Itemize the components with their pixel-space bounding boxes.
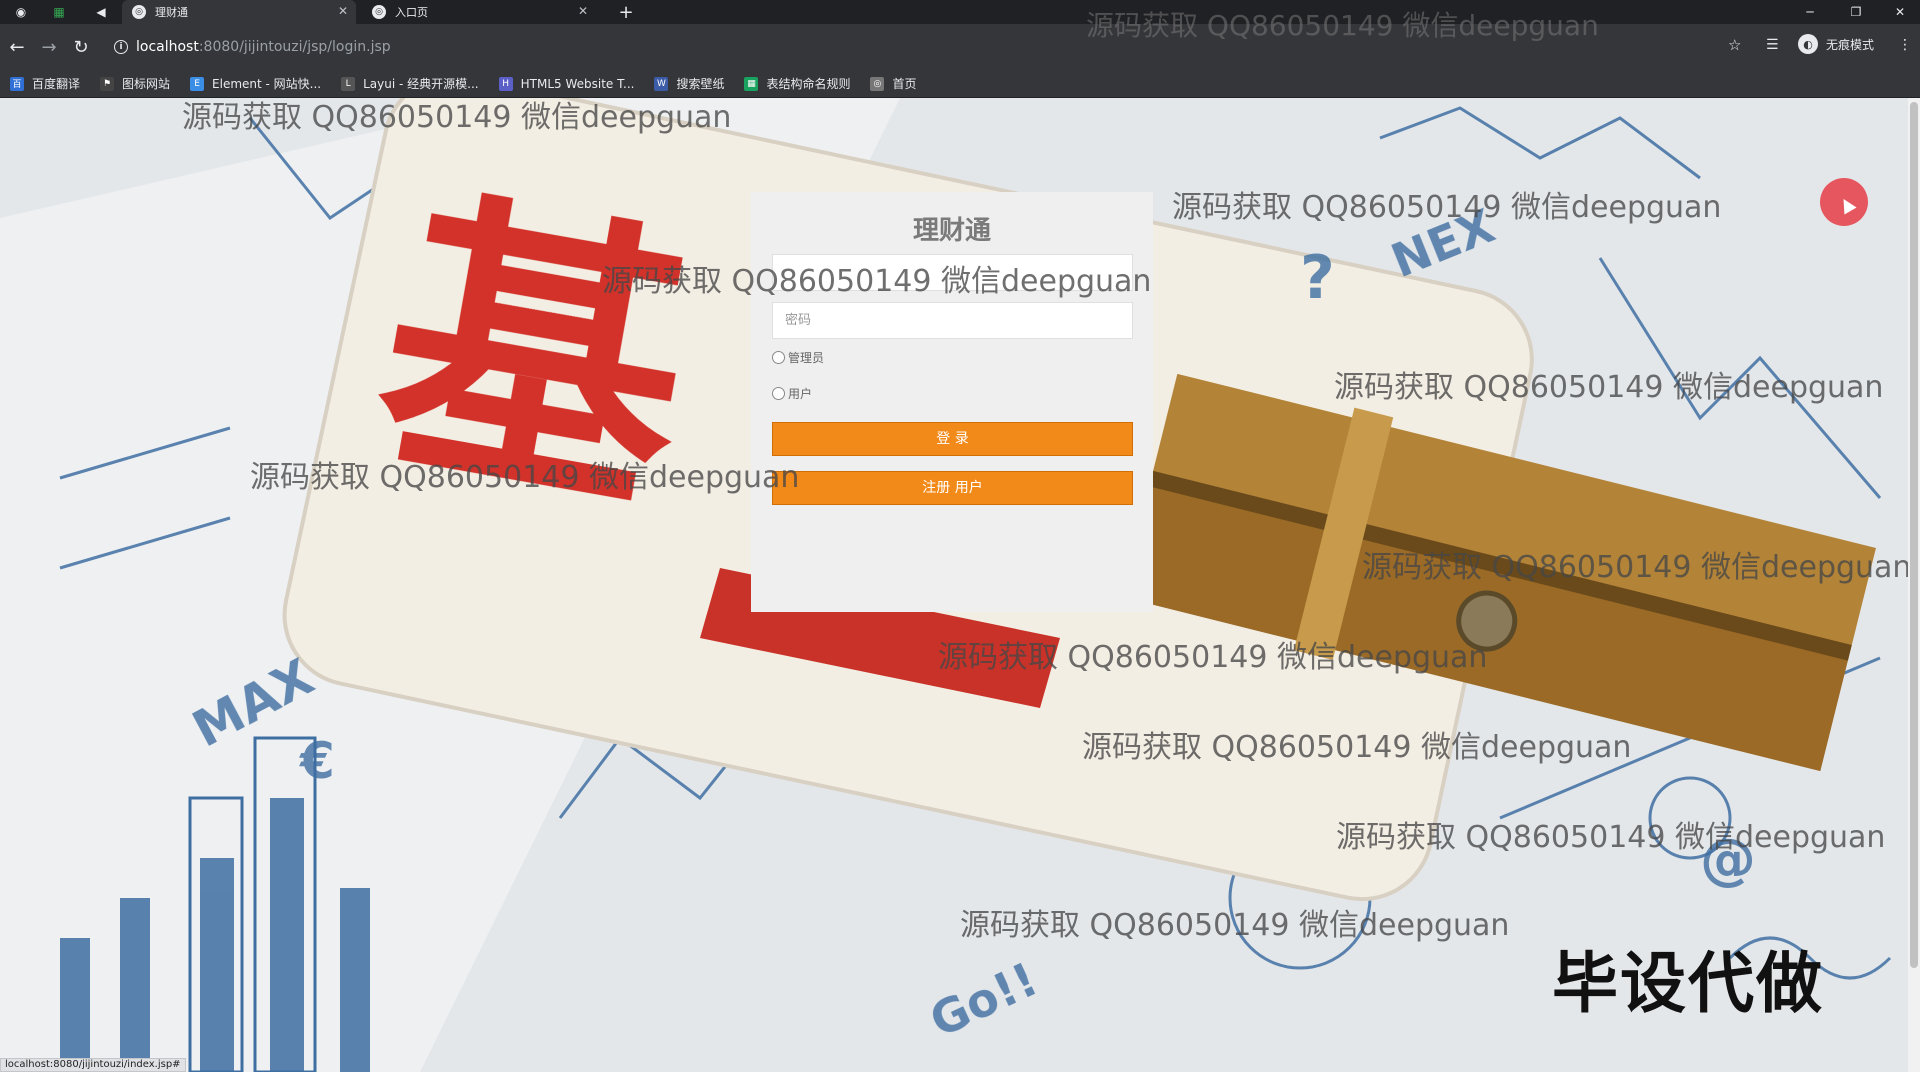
radio-user-label: 用户 — [788, 387, 813, 401]
watermark: 源码获取 QQ86050149 微信deepguan — [1336, 820, 1886, 855]
bookmark-star-icon[interactable]: ☆ — [1728, 36, 1741, 54]
bookmark-icon: ⚑ — [100, 76, 115, 91]
watermark: 源码获取 QQ86050149 微信deepguan — [1172, 190, 1722, 225]
bookmark-item[interactable]: W 搜索壁纸 — [654, 75, 724, 92]
watermark: 源码获取 QQ86050149 微信deepguan — [938, 640, 1488, 675]
mute-icon[interactable]: ◀ — [90, 2, 112, 22]
watermark: 源码获取 QQ86050149 微信deepguan — [1082, 730, 1632, 765]
tab-title: 理财通 — [155, 6, 188, 19]
login-title: 理财通 — [912, 216, 991, 246]
bookmark-label: 百度翻译 — [32, 77, 81, 91]
bookmarks-bar: 百百度翻译 ⚑ 图标网站 E Element - 网站快... L Layui - 经典开源… — [0, 70, 1920, 98]
tab-licaitong[interactable]: ◎ 理财通 ✕ — [122, 0, 356, 24]
svg-text:?: ? — [1300, 243, 1335, 313]
bookmark-icon: ◎ — [870, 76, 885, 91]
watermark: 源码获取 QQ86050149 微信deepguan — [1334, 370, 1884, 405]
status-url: localhost:8080/jijintouzi/index.jsp# — [0, 1058, 186, 1072]
bookmark-label: HTML5 Website T... — [520, 76, 635, 91]
bookmark-label: 图标网站 — [122, 77, 171, 91]
bookmark-label: 表结构命名规则 — [766, 77, 851, 91]
profile-label: 无痕模式 — [1826, 37, 1875, 52]
watermark: 源码获取 QQ86050149 微信deepguan — [250, 460, 800, 495]
tab-title: 入口页 — [395, 6, 428, 19]
watermark: 源码获取 QQ86050149 微信deepguan — [602, 264, 1152, 299]
bookmark-item[interactable]: L Layui - 经典开源模... — [341, 75, 479, 92]
watermark: 源码获取 QQ86050149 微信deepguan — [960, 908, 1510, 943]
bookmark-item[interactable]: ◎ 首页 — [870, 75, 917, 92]
bookmark-icon: 百 — [10, 76, 24, 91]
tab-strip: ◉ ▦ ◀ ◎ 理财通 ✕ ◎ 入口页 ✕ + ─ ❐ ✕ — [0, 0, 1920, 24]
radio-admin-row[interactable]: 管理员 — [772, 349, 824, 366]
sheet-icon[interactable]: ▦ — [48, 2, 70, 22]
window-close-button[interactable]: ✕ — [1880, 0, 1920, 24]
close-icon[interactable]: ✕ — [578, 4, 588, 18]
scrollbar-thumb[interactable] — [1910, 102, 1918, 968]
radio-user-row[interactable]: 用户 — [772, 385, 812, 402]
globe-icon: ◎ — [132, 5, 146, 19]
bookmark-item[interactable]: E Element - 网站快... — [190, 75, 321, 92]
register-button[interactable]: 注册 用户 — [772, 471, 1133, 505]
incognito-icon: ◐ — [1798, 34, 1818, 54]
tab-entry[interactable]: ◎ 入口页 ✕ — [362, 0, 596, 24]
minimize-button[interactable]: ─ — [1790, 0, 1830, 24]
bookmark-item[interactable]: H HTML5 Website T... — [498, 76, 635, 91]
bookmark-item[interactable]: 百百度翻译 — [10, 75, 80, 92]
login-panel: 理财通 密码 管理员 用户 登 录 注册 用户 — [751, 192, 1153, 612]
back-button[interactable]: ← — [6, 36, 28, 58]
bookmark-label: 搜索壁纸 — [676, 77, 725, 91]
watermark: 源码获取 QQ86050149 微信deepguan — [1362, 550, 1912, 585]
page-viewport: MAX NEX Go!! € ? @ 基 理财通 密码 管理员 用户 登 录 注… — [0, 98, 1920, 1072]
url-text[interactable]: localhost:8080/jijintouzi/jsp/login.jsp — [136, 39, 391, 55]
globe-icon: ◎ — [372, 5, 386, 19]
radio-user[interactable] — [772, 387, 785, 400]
watermark: 源码获取 QQ86050149 微信deepguan — [1086, 9, 1599, 42]
watermark: 源码获取 QQ86050149 微信deepguan — [182, 100, 732, 135]
radio-admin-label: 管理员 — [788, 351, 825, 365]
chrome-icon[interactable]: ◉ — [10, 2, 32, 22]
forward-button[interactable]: → — [38, 36, 60, 58]
bookmark-label: 首页 — [892, 77, 917, 91]
bookmark-icon: W — [654, 76, 669, 91]
browser-toolbar: ← → ↻ i localhost:8080/jijintouzi/jsp/lo… — [0, 24, 1920, 70]
reload-button[interactable]: ↻ — [70, 36, 92, 58]
close-icon[interactable]: ✕ — [338, 4, 348, 18]
new-tab-button[interactable]: + — [614, 0, 638, 24]
radio-admin[interactable] — [772, 351, 785, 364]
info-icon[interactable]: i — [114, 40, 128, 54]
login-button[interactable]: 登 录 — [772, 422, 1133, 456]
incognito-profile[interactable]: ◐ 无痕模式 — [1798, 34, 1874, 54]
svg-text:€: € — [299, 732, 335, 790]
bookmark-label: Element - 网站快... — [212, 77, 322, 91]
menu-icon[interactable]: ⋮ — [1898, 37, 1912, 53]
promo-text: 毕设代做 — [1552, 945, 1824, 1022]
bookmark-icon: ▦ — [744, 76, 759, 91]
bookmark-item[interactable]: ⚑ 图标网站 — [100, 75, 170, 92]
bookmark-icon: H — [498, 76, 513, 91]
password-field[interactable]: 密码 — [772, 302, 1133, 339]
reading-list-icon[interactable]: ☰ — [1766, 37, 1779, 53]
bookmark-item[interactable]: ▦ 表结构命名规则 — [744, 75, 850, 92]
restore-button[interactable]: ❐ — [1836, 0, 1876, 24]
page-scrollbar[interactable] — [1908, 98, 1920, 1072]
bookmark-icon: E — [190, 76, 205, 91]
bookmark-icon: L — [341, 76, 356, 91]
bookmark-label: Layui - 经典开源模... — [363, 77, 479, 91]
